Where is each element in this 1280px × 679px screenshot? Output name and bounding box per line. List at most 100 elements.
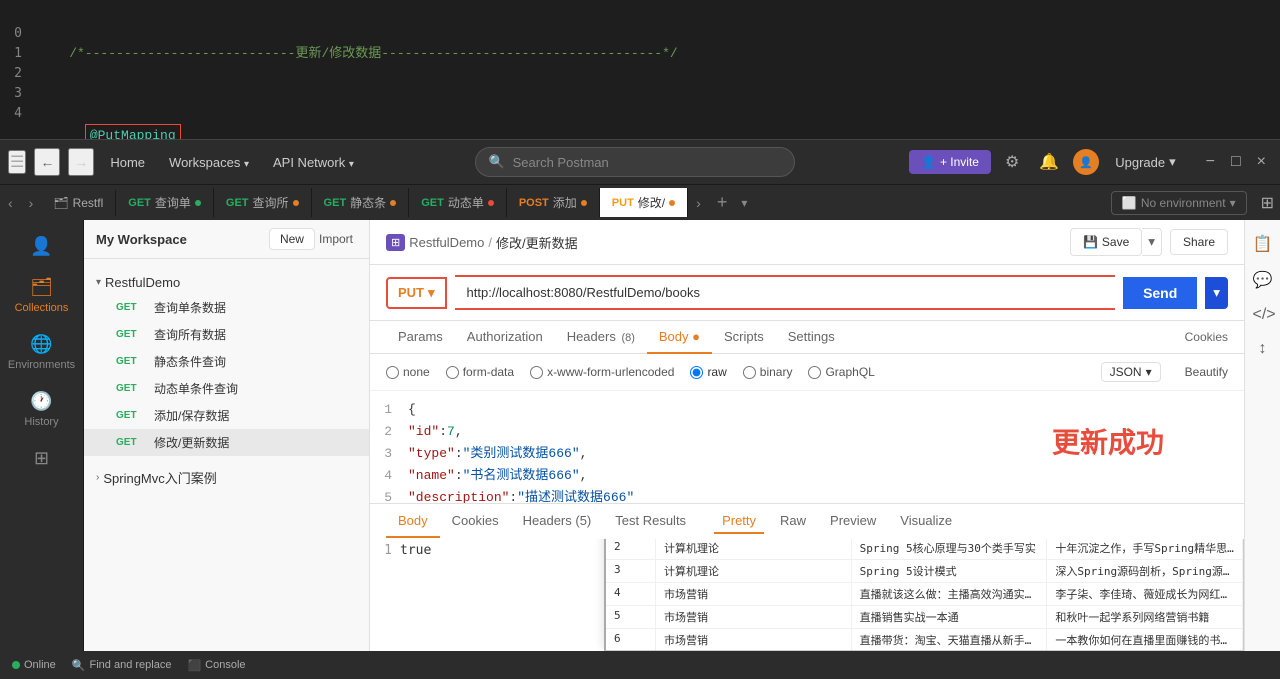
response-tab-body[interactable]: Body [386, 505, 440, 538]
tab-scripts[interactable]: Scripts [712, 321, 776, 354]
tab-get1[interactable]: GET 查询单 [116, 188, 214, 217]
notifications-button[interactable]: 🔔 [1033, 148, 1065, 176]
send-dropdown-button[interactable]: ▾ [1205, 277, 1228, 309]
collection-item-add-save[interactable]: GET 添加/保存数据 [84, 402, 369, 429]
response-tab-cookies[interactable]: Cookies [440, 505, 511, 538]
search-icon: 🔍 [488, 154, 504, 170]
collection-restfuldemo-header[interactable]: ▾ RestfulDemo [84, 271, 369, 294]
body-line-1: { [408, 399, 1236, 421]
sidebar-item-workspace[interactable]: 👤 [7, 228, 77, 265]
tab-params[interactable]: Params [386, 321, 455, 354]
comments-button[interactable]: 💬 [1249, 264, 1277, 296]
invite-button[interactable]: 👤 + Invite [909, 150, 991, 174]
body-type-selector: none form-data x-www-form-urlencoded raw… [370, 354, 1244, 391]
send-button[interactable]: Send [1123, 277, 1197, 309]
body-type-form-data[interactable]: form-data [446, 365, 514, 379]
sidebar-item-history[interactable]: 🕐 History [7, 383, 77, 436]
pretty-btn[interactable]: Pretty [714, 509, 764, 534]
collection-item-query-single[interactable]: GET 查询单条数据 [84, 294, 369, 321]
settings-button[interactable]: ⚙ [999, 148, 1025, 176]
code-button[interactable]: </> [1249, 300, 1277, 330]
collection-item-query-all[interactable]: GET 查询所有数据 [84, 321, 369, 348]
visualize-btn[interactable]: Visualize [892, 509, 960, 534]
body-type-none[interactable]: none [386, 365, 430, 379]
collections-icon: 🗂 [30, 277, 53, 298]
online-label: Online [24, 659, 56, 671]
tab-put1[interactable]: PUT 修改/ [600, 188, 688, 217]
body-line-5: "description":"描述测试数据666" [408, 487, 1236, 503]
environment-selector[interactable]: ⬜ No environment ▾ [1111, 191, 1247, 215]
find-replace-status[interactable]: 🔍 Find and replace [72, 659, 172, 672]
json-type-selector[interactable]: JSON ▾ [1101, 362, 1161, 382]
docs-button[interactable]: 📋 [1249, 228, 1277, 260]
collection-list: ▾ RestfulDemo GET 查询单条数据 GET 查询所有数据 GET … [84, 259, 369, 651]
console-label: Console [205, 659, 245, 671]
sidebar-item-grid[interactable]: ⊞ [7, 440, 77, 477]
online-status[interactable]: Online [12, 659, 56, 671]
upgrade-button[interactable]: Upgrade ▾ [1107, 149, 1183, 175]
method-selector[interactable]: PUT ▾ [386, 277, 447, 309]
collection-springmvc-header[interactable]: › SpringMvc入门案例 [84, 464, 369, 491]
tab-dropdown-button[interactable]: ▾ [735, 192, 753, 214]
save-button[interactable]: 💾 Save [1070, 228, 1142, 256]
collections-panel: My Workspace New Import ▾ RestfulDemo GE… [84, 220, 370, 651]
preview-btn[interactable]: Preview [822, 509, 884, 534]
api-network-nav[interactable]: API Network ▾ [265, 151, 362, 174]
raw-btn[interactable]: Raw [772, 509, 814, 534]
tab-get2[interactable]: GET 查询所 [214, 188, 312, 217]
home-nav[interactable]: Home [102, 151, 153, 174]
tab-restfl[interactable]: 🗂 Restfl [41, 190, 116, 216]
tab-nav-more[interactable]: › [688, 191, 709, 215]
collection-item-dynamic-query[interactable]: GET 动态单条件查询 [84, 375, 369, 402]
tab-authorization[interactable]: Authorization [455, 321, 555, 354]
body-type-binary[interactable]: binary [743, 365, 793, 379]
import-button[interactable]: Import [315, 230, 357, 248]
search-placeholder: Search Postman [513, 155, 609, 170]
body-type-graphql[interactable]: GraphQL [808, 365, 874, 379]
console-status[interactable]: ⬛ Console [187, 659, 245, 672]
body-type-raw[interactable]: raw [690, 365, 726, 379]
sidebar-item-environments[interactable]: 🌐 Environments [7, 326, 77, 379]
collection-item-update[interactable]: GET 修改/更新数据 [84, 429, 369, 456]
tab-settings[interactable]: Settings [776, 321, 847, 354]
collection-item-static-query[interactable]: GET 静态条件查询 [84, 348, 369, 375]
tab-body[interactable]: Body ● [647, 321, 712, 354]
new-collection-button[interactable]: New [269, 228, 315, 250]
body-type-urlencoded[interactable]: x-www-form-urlencoded [530, 365, 674, 379]
forward-button[interactable]: → [68, 148, 94, 176]
workspaces-nav[interactable]: Workspaces ▾ [161, 151, 257, 174]
avatar: 👤 [1073, 149, 1099, 175]
find-replace-label: Find and replace [90, 659, 172, 671]
tab-get3[interactable]: GET 静态条 [312, 188, 410, 217]
tab-post1[interactable]: POST 添加 [507, 188, 600, 217]
search-bar[interactable]: 🔍 Search Postman [475, 147, 795, 177]
view-toggle-button[interactable]: ⊞ [1255, 189, 1280, 217]
resize-button[interactable]: ↕ [1249, 334, 1277, 364]
url-input[interactable] [455, 275, 1116, 310]
cookies-link[interactable]: Cookies [1185, 330, 1228, 344]
status-bar: Online 🔍 Find and replace ⬛ Console [0, 651, 1280, 679]
close-button[interactable]: × [1251, 151, 1272, 173]
response-tab-test-results[interactable]: Test Results [603, 505, 698, 538]
save-dropdown-button[interactable]: ▾ [1142, 228, 1162, 256]
code-line-annotation: @PutMapping 🌐▾ [38, 104, 1272, 140]
tab-back-btn[interactable]: ‹ [0, 191, 21, 215]
tab-get4[interactable]: GET 动态单 [409, 188, 507, 217]
response-tab-headers[interactable]: Headers (5) [511, 505, 604, 538]
maximize-button[interactable]: □ [1225, 151, 1247, 173]
add-tab-button[interactable]: + [709, 188, 736, 217]
response-tabs: Body Cookies Headers (5) Test Results Pr… [370, 503, 1244, 539]
sidebar-item-collections[interactable]: 🗂 Collections [7, 269, 77, 322]
line-numbers: 0 1 2 3 4 [0, 0, 30, 139]
workspace-label: My Workspace [96, 232, 269, 247]
minimize-button[interactable]: − [1200, 151, 1221, 173]
success-text: 更新成功 [1052, 421, 1164, 461]
tab-forward-btn[interactable]: › [21, 191, 42, 215]
tab-headers[interactable]: Headers (8) [555, 321, 647, 354]
share-button[interactable]: Share [1170, 229, 1228, 255]
menu-button[interactable]: ☰ [8, 150, 26, 174]
url-bar: PUT ▾ Send ▾ [370, 265, 1244, 321]
breadcrumb-collection: RestfulDemo [409, 235, 484, 250]
back-button[interactable]: ← [34, 148, 60, 176]
beautify-button[interactable]: Beautify [1185, 365, 1228, 379]
